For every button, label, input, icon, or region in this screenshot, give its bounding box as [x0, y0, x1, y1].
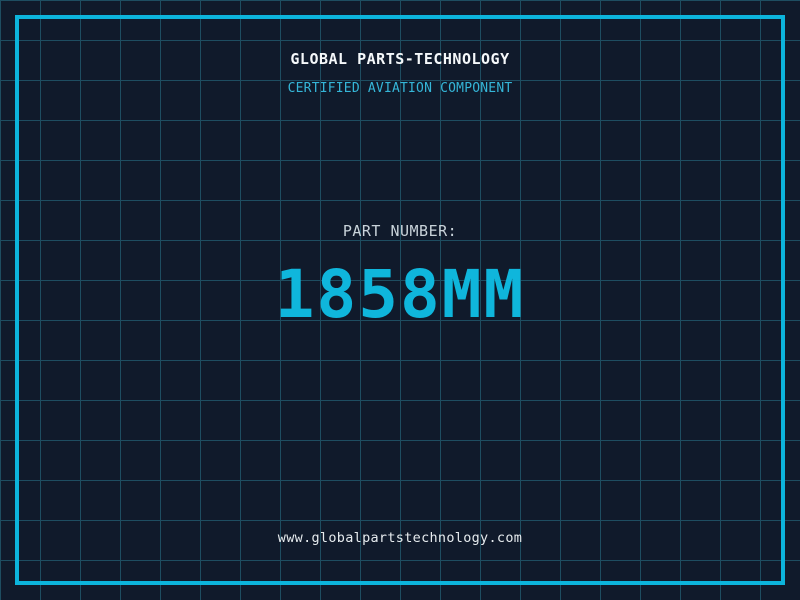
- company-name-title: GLOBAL PARTS-TECHNOLOGY: [290, 50, 510, 68]
- certified-tagline: CERTIFIED AVIATION COMPONENT: [287, 81, 513, 96]
- part-number-label: PART NUMBER:: [342, 222, 458, 240]
- part-number-value: 1858MM: [274, 256, 526, 333]
- blueprint-page: GLOBAL PARTS-TECHNOLOGY CERTIFIED AVIATI…: [0, 0, 800, 600]
- website-url: www.globalpartstechnology.com: [277, 530, 523, 546]
